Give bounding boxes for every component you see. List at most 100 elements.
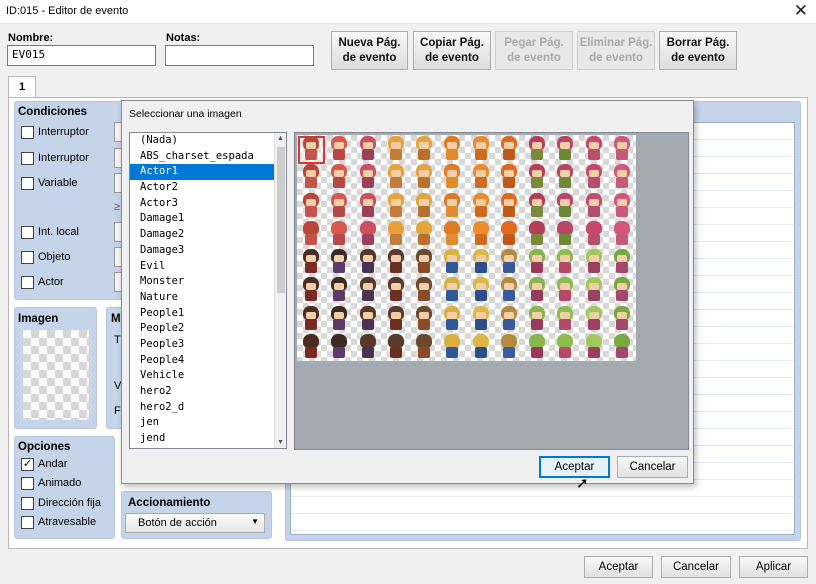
character-sprite[interactable] bbox=[414, 192, 434, 219]
character-sprite[interactable] bbox=[584, 277, 604, 303]
character-sprite[interactable] bbox=[358, 192, 378, 219]
character-sprite[interactable] bbox=[414, 305, 434, 332]
file-list-item[interactable]: hero2 bbox=[130, 384, 275, 400]
character-sprite[interactable] bbox=[527, 136, 547, 162]
file-list-item[interactable]: Damage1 bbox=[130, 211, 275, 227]
file-list-item[interactable]: jen bbox=[130, 415, 275, 431]
image-preview[interactable] bbox=[23, 330, 89, 420]
character-sprite[interactable] bbox=[358, 136, 378, 162]
file-list-item[interactable]: jend bbox=[130, 431, 275, 447]
character-sprite[interactable] bbox=[612, 277, 632, 303]
character-sprite[interactable] bbox=[414, 249, 434, 275]
character-sprite[interactable] bbox=[442, 249, 462, 275]
character-sprite[interactable] bbox=[442, 277, 462, 303]
actor-checkbox[interactable] bbox=[21, 276, 34, 289]
dialog-cancel-button[interactable]: Cancelar bbox=[617, 456, 688, 478]
character-sprite[interactable] bbox=[499, 136, 519, 162]
character-sprite[interactable] bbox=[584, 220, 604, 247]
file-list-item[interactable]: Damage2 bbox=[130, 227, 275, 243]
character-sprite[interactable] bbox=[442, 192, 462, 219]
ok-button[interactable]: Aceptar bbox=[584, 556, 653, 578]
self-switch-checkbox[interactable] bbox=[21, 226, 34, 239]
character-sprite[interactable] bbox=[329, 249, 349, 275]
character-sprite[interactable] bbox=[386, 164, 406, 190]
character-sprite[interactable] bbox=[527, 220, 547, 247]
character-sprite[interactable] bbox=[527, 192, 547, 219]
character-sprite[interactable] bbox=[358, 220, 378, 247]
file-list-item[interactable]: ABS_charset_espada bbox=[130, 149, 275, 165]
scroll-up-icon[interactable]: ▲ bbox=[277, 135, 284, 142]
character-sprite[interactable] bbox=[527, 333, 547, 360]
character-sprite[interactable] bbox=[555, 333, 575, 360]
character-sprite[interactable] bbox=[471, 136, 491, 162]
character-sprite[interactable] bbox=[471, 220, 491, 247]
file-list-item[interactable]: People4 bbox=[130, 353, 275, 369]
character-sprite[interactable] bbox=[414, 220, 434, 247]
character-sprite[interactable] bbox=[301, 277, 321, 303]
item-checkbox[interactable] bbox=[21, 251, 34, 264]
character-sprite[interactable] bbox=[329, 220, 349, 247]
character-sprite[interactable] bbox=[329, 164, 349, 190]
character-sprite[interactable] bbox=[386, 249, 406, 275]
file-list-item[interactable]: Actor3 bbox=[130, 196, 275, 212]
character-sprite[interactable] bbox=[612, 164, 632, 190]
character-sprite[interactable] bbox=[555, 305, 575, 332]
file-list-item[interactable]: Vehicle bbox=[130, 368, 275, 384]
through-checkbox[interactable] bbox=[21, 516, 34, 529]
notes-field[interactable] bbox=[165, 45, 314, 66]
new-page-button[interactable]: Nueva Pág. de evento bbox=[331, 31, 408, 70]
character-sprite[interactable] bbox=[442, 220, 462, 247]
file-list-item[interactable]: Nature bbox=[130, 290, 275, 306]
character-sprite[interactable] bbox=[358, 305, 378, 332]
character-sprite[interactable] bbox=[386, 333, 406, 360]
charset-sheet[interactable] bbox=[297, 135, 636, 361]
character-sprite[interactable] bbox=[301, 220, 321, 247]
character-sprite[interactable] bbox=[414, 136, 434, 162]
character-sprite[interactable] bbox=[386, 277, 406, 303]
file-list[interactable]: (Nada) ABS_charset_espada Actor1 Actor2 Acto… bbox=[129, 132, 287, 449]
character-sprite[interactable] bbox=[499, 220, 519, 247]
file-list-item[interactable]: (Nada) bbox=[130, 133, 275, 149]
copy-page-button[interactable]: Copiar Pág. de evento bbox=[413, 31, 491, 70]
character-sprite[interactable] bbox=[329, 305, 349, 332]
character-sprite[interactable] bbox=[329, 277, 349, 303]
character-sprite[interactable] bbox=[358, 333, 378, 360]
clear-page-button[interactable]: Borrar Pág. de evento bbox=[659, 31, 737, 70]
name-field[interactable]: EV015 bbox=[7, 45, 156, 66]
dialog-ok-button[interactable]: Aceptar bbox=[539, 456, 610, 478]
apply-button[interactable]: Aplicar bbox=[739, 556, 808, 578]
character-sprite[interactable] bbox=[414, 277, 434, 303]
character-sprite[interactable] bbox=[555, 192, 575, 219]
image-preview-area[interactable] bbox=[294, 132, 689, 450]
walk-checkbox[interactable]: ✓ bbox=[21, 458, 34, 471]
file-list-scrollbar[interactable]: ▲ ▼ bbox=[274, 133, 286, 448]
file-list-item[interactable]: hero2_d bbox=[130, 400, 275, 416]
character-sprite[interactable] bbox=[555, 220, 575, 247]
character-sprite[interactable] bbox=[584, 136, 604, 162]
character-sprite[interactable] bbox=[584, 164, 604, 190]
file-list-item[interactable]: Evil bbox=[130, 259, 275, 275]
character-sprite[interactable] bbox=[612, 220, 632, 247]
character-sprite[interactable] bbox=[442, 333, 462, 360]
character-sprite[interactable] bbox=[329, 333, 349, 360]
character-sprite[interactable] bbox=[301, 305, 321, 332]
character-sprite[interactable] bbox=[358, 249, 378, 275]
file-list-item[interactable]: People1 bbox=[130, 306, 275, 322]
character-sprite[interactable] bbox=[471, 333, 491, 360]
character-sprite[interactable] bbox=[612, 136, 632, 162]
paste-page-button[interactable]: Pegar Pág. de evento bbox=[495, 31, 573, 70]
character-sprite[interactable] bbox=[301, 136, 321, 162]
character-sprite[interactable] bbox=[301, 333, 321, 360]
character-sprite[interactable] bbox=[584, 249, 604, 275]
file-list-item[interactable]: Damage3 bbox=[130, 243, 275, 259]
character-sprite[interactable] bbox=[499, 333, 519, 360]
character-sprite[interactable] bbox=[499, 305, 519, 332]
character-sprite[interactable] bbox=[301, 192, 321, 219]
character-sprite[interactable] bbox=[584, 305, 604, 332]
character-sprite[interactable] bbox=[471, 305, 491, 332]
cancel-button[interactable]: Cancelar bbox=[661, 556, 731, 578]
character-sprite[interactable] bbox=[612, 333, 632, 360]
character-sprite[interactable] bbox=[499, 249, 519, 275]
character-sprite[interactable] bbox=[471, 249, 491, 275]
character-sprite[interactable] bbox=[386, 136, 406, 162]
